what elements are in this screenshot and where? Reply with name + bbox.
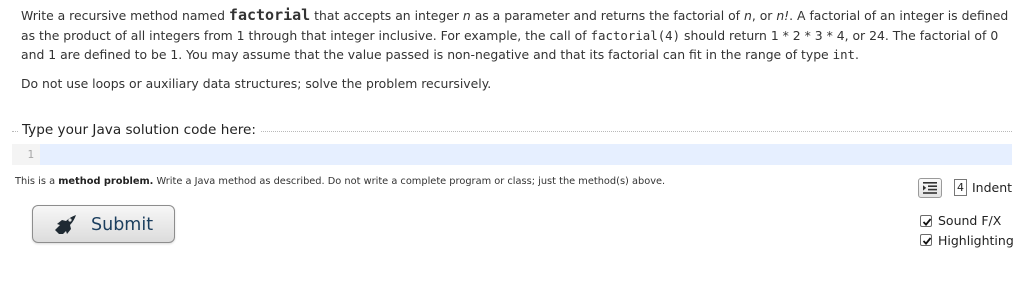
highlighting-label: Highlighting: [938, 233, 1014, 248]
rocket-icon: [55, 215, 76, 234]
indent-size-input[interactable]: 4: [954, 179, 967, 196]
text-segment: as a parameter and returns the factorial…: [470, 8, 744, 23]
line-number-gutter: 1: [12, 144, 40, 165]
text-segment: .: [855, 47, 859, 62]
text-segment: that accepts an integer: [310, 8, 463, 23]
italic-term: n!: [776, 8, 790, 23]
code-editor[interactable]: 1: [12, 144, 1012, 165]
check-icon: [922, 218, 932, 226]
note-bold: method problem.: [58, 176, 154, 187]
italic-term: n: [462, 8, 471, 23]
sound-fx-checkbox[interactable]: [920, 215, 932, 227]
problem-constraint: Do not use loops or auxiliary data struc…: [21, 75, 492, 91]
sound-fx-label: Sound F/X: [938, 213, 1002, 228]
text-segment: , or: [751, 8, 777, 23]
problem-statement: Write a recursive method named factorial…: [21, 6, 1011, 65]
italic-term: n: [743, 8, 752, 23]
indent-label: Indent: [972, 180, 1013, 195]
inline-code: factorial: [228, 6, 311, 24]
inline-code: factorial(4): [590, 27, 681, 43]
problem-type-note: This is a method problem. Write a Java m…: [15, 176, 665, 187]
text-segment: Write a recursive method named: [21, 8, 229, 23]
note-suffix: Write a Java method as described. Do not…: [153, 176, 666, 187]
inline-code: int: [832, 47, 856, 62]
submit-label: Submit: [91, 215, 154, 235]
highlighting-checkbox[interactable]: [920, 234, 932, 246]
note-prefix: This is a: [15, 176, 59, 187]
solution-legend: Type your Java solution code here:: [18, 122, 260, 138]
problem-description: Write a recursive method named factorial…: [21, 6, 1011, 93]
indent-icon[interactable]: [918, 178, 942, 198]
submit-button[interactable]: Submit: [32, 205, 175, 243]
code-line-1[interactable]: [42, 144, 1012, 165]
check-icon: [922, 237, 932, 245]
